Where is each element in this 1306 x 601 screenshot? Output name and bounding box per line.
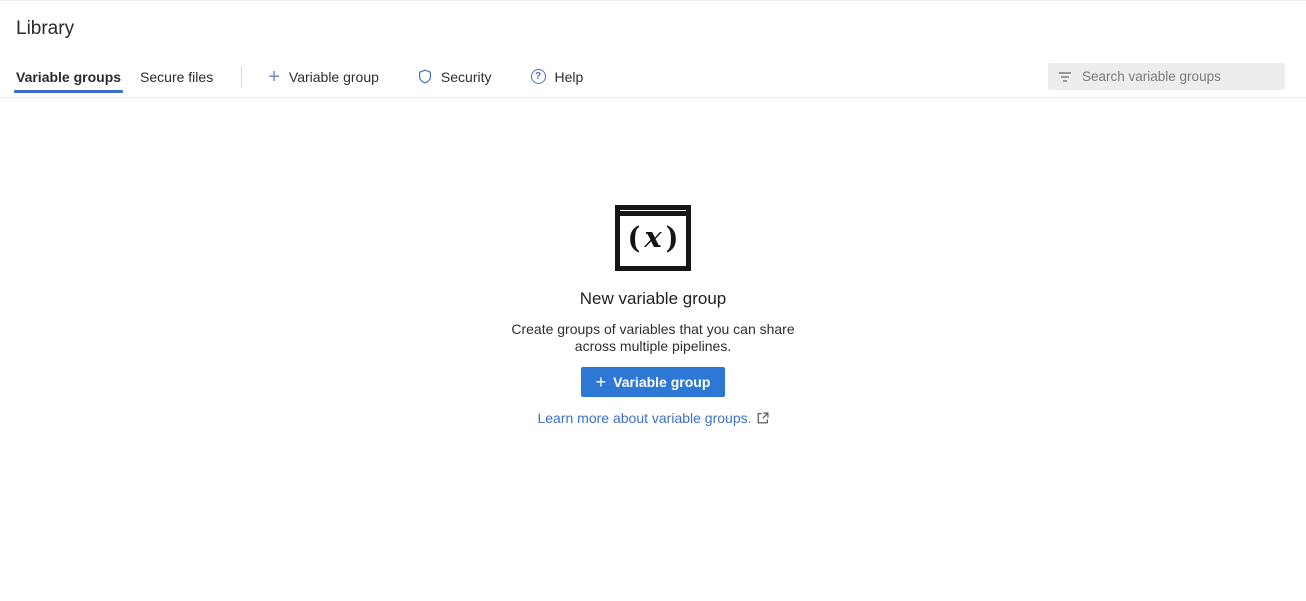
empty-state-description: Create groups of variables that you can … (502, 321, 804, 355)
learn-more-label: Learn more about variable groups. (537, 410, 751, 426)
filter-icon (1058, 71, 1072, 83)
empty-state: (x) New variable group Create groups of … (0, 98, 1306, 426)
variable-x-glyph: (x) (620, 216, 686, 261)
help-icon: ? (531, 69, 546, 84)
search-input[interactable] (1082, 69, 1275, 84)
shield-icon (418, 69, 432, 84)
security-button[interactable]: Security (418, 69, 492, 85)
primary-button-label: Variable group (613, 374, 710, 390)
tab-secure-files[interactable]: Secure files (140, 56, 213, 97)
search-box (1048, 63, 1285, 90)
tab-command-bar: Variable groups Secure files + Variable … (0, 56, 1306, 98)
variable-group-window-icon: (x) (615, 205, 691, 271)
add-variable-group-button[interactable]: + Variable group (268, 69, 379, 85)
plus-icon: + (268, 69, 280, 85)
security-label: Security (441, 69, 492, 85)
toolbar-divider (241, 66, 242, 88)
external-link-icon (757, 412, 769, 424)
variable-group-primary-button[interactable]: + Variable group (581, 367, 726, 397)
page-title: Library (0, 1, 1306, 42)
tab-secure-files-label: Secure files (140, 69, 213, 85)
empty-state-title: New variable group (580, 288, 726, 310)
tab-variable-groups-label: Variable groups (16, 69, 121, 85)
help-button[interactable]: ? Help (531, 69, 584, 85)
help-label: Help (555, 69, 584, 85)
learn-more-link[interactable]: Learn more about variable groups. (537, 410, 768, 426)
tab-variable-groups[interactable]: Variable groups (16, 56, 121, 97)
add-variable-group-label: Variable group (289, 69, 379, 85)
plus-icon: + (596, 375, 607, 389)
